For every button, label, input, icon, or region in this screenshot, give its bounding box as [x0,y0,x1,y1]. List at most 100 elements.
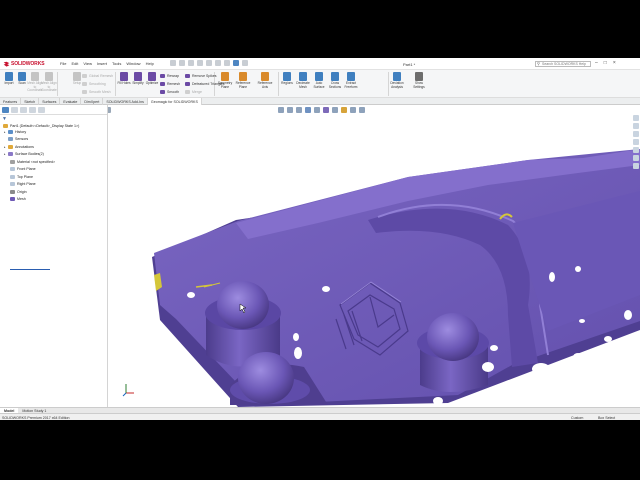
rewrap-icon [160,73,165,78]
graphics-area[interactable] [108,105,640,407]
ribbon-button-auto-surface[interactable]: Auto Surface [312,72,326,89]
tree-item-annotations[interactable]: ▸ Annotations [4,144,34,149]
merge-icon [185,89,190,94]
right-plane-icon [10,182,15,186]
ribbon-button-label: Scan [18,81,26,85]
ribbon-button-label: Extract Freeform [344,81,358,89]
view-palette-icon[interactable] [633,139,639,145]
ribbon-button-show-settings[interactable]: Show Settings [412,72,426,89]
tree-item-material-not-specified[interactable]: Material <not specified> [10,159,55,164]
ribbon-small-button-merge[interactable]: Merge [185,89,202,94]
expand-arrow-icon[interactable]: ▸ [4,152,6,156]
tree-item-mesh[interactable]: Mesh [10,197,26,202]
menu-help[interactable]: Help [146,61,154,66]
tab-geomagic-for-solidworks[interactable]: Geomagic for SOLIDWORKS [147,98,202,105]
tree-item-surface-bodies-2[interactable]: ▸ Surface Bodies(2) [4,152,44,157]
menu-window[interactable]: Window [126,61,140,66]
dimxpert-tab-icon[interactable] [29,107,36,113]
tree-item-right-plane[interactable]: Right Plane [10,182,36,187]
rollback-bar[interactable] [10,269,50,270]
ribbon-button-reference-axis[interactable]: Reference Axis [258,72,272,89]
menu-edit[interactable]: Edit [71,61,78,66]
feature-manager-tree: ▼ Part1 (Default<<Default>_Display State… [0,105,108,407]
print-icon[interactable] [197,60,203,66]
status-units[interactable]: Custom [571,416,583,420]
ribbon-small-button-global-remesh[interactable]: Global Remesh [82,73,113,78]
smooth-mesh-icon [82,89,87,94]
solidworks-window: SOLIDWORKS File Edit View Insert Tools Window… [0,58,640,420]
tab-evaluate[interactable]: Evaluate [60,98,82,105]
ribbon-small-button-smooth-mesh[interactable]: Smooth Mesh [82,89,111,94]
tab-sketch[interactable]: Sketch [21,98,40,105]
options-icon[interactable] [242,60,248,66]
tab-features[interactable]: Features [0,98,22,105]
ribbon-small-button-smooth[interactable]: Smooth [160,89,179,94]
expand-arrow-icon[interactable]: ▸ [4,130,6,134]
app-logo[interactable]: SOLIDWORKS [3,60,45,68]
tree-root[interactable]: Part1 (Default<<Default>_Display State 1… [3,123,79,128]
search-input[interactable]: ⚲ Search SOLIDWORKS Help [535,61,591,67]
ribbon-small-button-rewrap[interactable]: Rewrap [160,73,179,78]
auto-surface-icon [315,72,323,81]
file-explorer-icon[interactable] [633,131,639,137]
appearances-icon[interactable] [633,147,639,153]
ribbon-button-import[interactable]: Import [2,72,16,86]
ribbon-button-mesh-align-to-coordinate[interactable]: Mesh Align to Coordinate [27,72,43,93]
tree-item-sensors[interactable]: Sensors [4,137,28,142]
ribbon-button-mesh-align-to-coordinate[interactable]: Mesh Align to Coordinate [41,72,57,93]
tree-item-history[interactable]: ▸ History [4,129,26,134]
ribbon-button-optimize[interactable]: Optimize [145,72,159,86]
tab-solidworks-add-ins[interactable]: SOLIDWORKS Add-Ins [103,98,148,105]
menu-insert[interactable]: Insert [97,61,107,66]
ribbon-small-button-remove-spikes[interactable]: Remove Spikes [185,73,217,78]
ribbon-button-label: Regions [281,81,293,85]
ribbon-small-button-smoothing[interactable]: Smoothing [82,81,106,86]
ribbon-button-cross-sections[interactable]: Cross Sections [328,72,342,89]
ribbon-button-label: Show Settings [413,81,425,89]
menu-file[interactable]: File [60,61,66,66]
feature-manager-tab-icon[interactable] [2,107,9,113]
smooth-icon [160,89,165,94]
history-icon [8,129,13,134]
expand-arrow-icon[interactable]: ▸ [4,145,6,149]
solidworks-resources-icon[interactable] [633,115,639,121]
ribbon-button-decimate-mesh[interactable]: Decimate Mesh [296,72,310,89]
menu-view[interactable]: View [83,61,92,66]
design-library-icon[interactable] [633,123,639,129]
custom-properties-icon[interactable] [633,155,639,161]
file-properties-icon[interactable] [233,60,239,66]
property-manager-tab-icon[interactable] [11,107,18,113]
ribbon-button-deviation-analysis[interactable]: Deviation Analysis [390,72,404,89]
rebuild-icon[interactable] [224,60,230,66]
ribbon-button-fill-holes[interactable]: Fill Holes [117,72,131,86]
tab-surfaces[interactable]: Surfaces [39,98,61,105]
tree-item-origin[interactable]: Origin [10,189,27,194]
restore-icon[interactable]: □ [604,60,607,66]
save-icon[interactable] [188,60,194,66]
tree-item-front-plane[interactable]: Front Plane [10,167,36,172]
display-manager-tab-icon[interactable] [38,107,45,113]
tab-dimxpert[interactable]: DimXpert [81,98,104,105]
global-remesh-icon [82,73,87,78]
close-icon[interactable]: × [613,60,616,66]
configuration-manager-tab-icon[interactable] [20,107,27,113]
undo-icon[interactable] [206,60,212,66]
remove-spikes-icon [185,73,190,78]
ribbon-button-extract-freeform[interactable]: Extract Freeform [344,72,358,89]
select-icon[interactable] [215,60,221,66]
ribbon-small-button-defeatured-triangles[interactable]: Defeatured Triangles [185,81,225,86]
minimize-icon[interactable]: – [595,60,598,66]
geomagic-icon[interactable] [633,163,639,169]
annotations-icon [8,144,13,149]
ribbon-button-reference-plane[interactable]: Reference Plane [236,72,250,89]
ribbon-button-regions[interactable]: Regions [280,72,294,86]
ribbon-small-button-remesh[interactable]: Remesh [160,81,180,86]
ribbon-button-simplify[interactable]: Simplify [131,72,145,86]
new-icon[interactable] [170,60,176,66]
menu-tools[interactable]: Tools [112,61,121,66]
mesh-model[interactable] [108,105,640,407]
tree-item-label: Annotations [15,144,34,149]
open-icon[interactable] [179,60,185,66]
filter-icon[interactable]: ▼ [2,116,7,122]
tree-item-top-plane[interactable]: Top Plane [10,174,33,179]
